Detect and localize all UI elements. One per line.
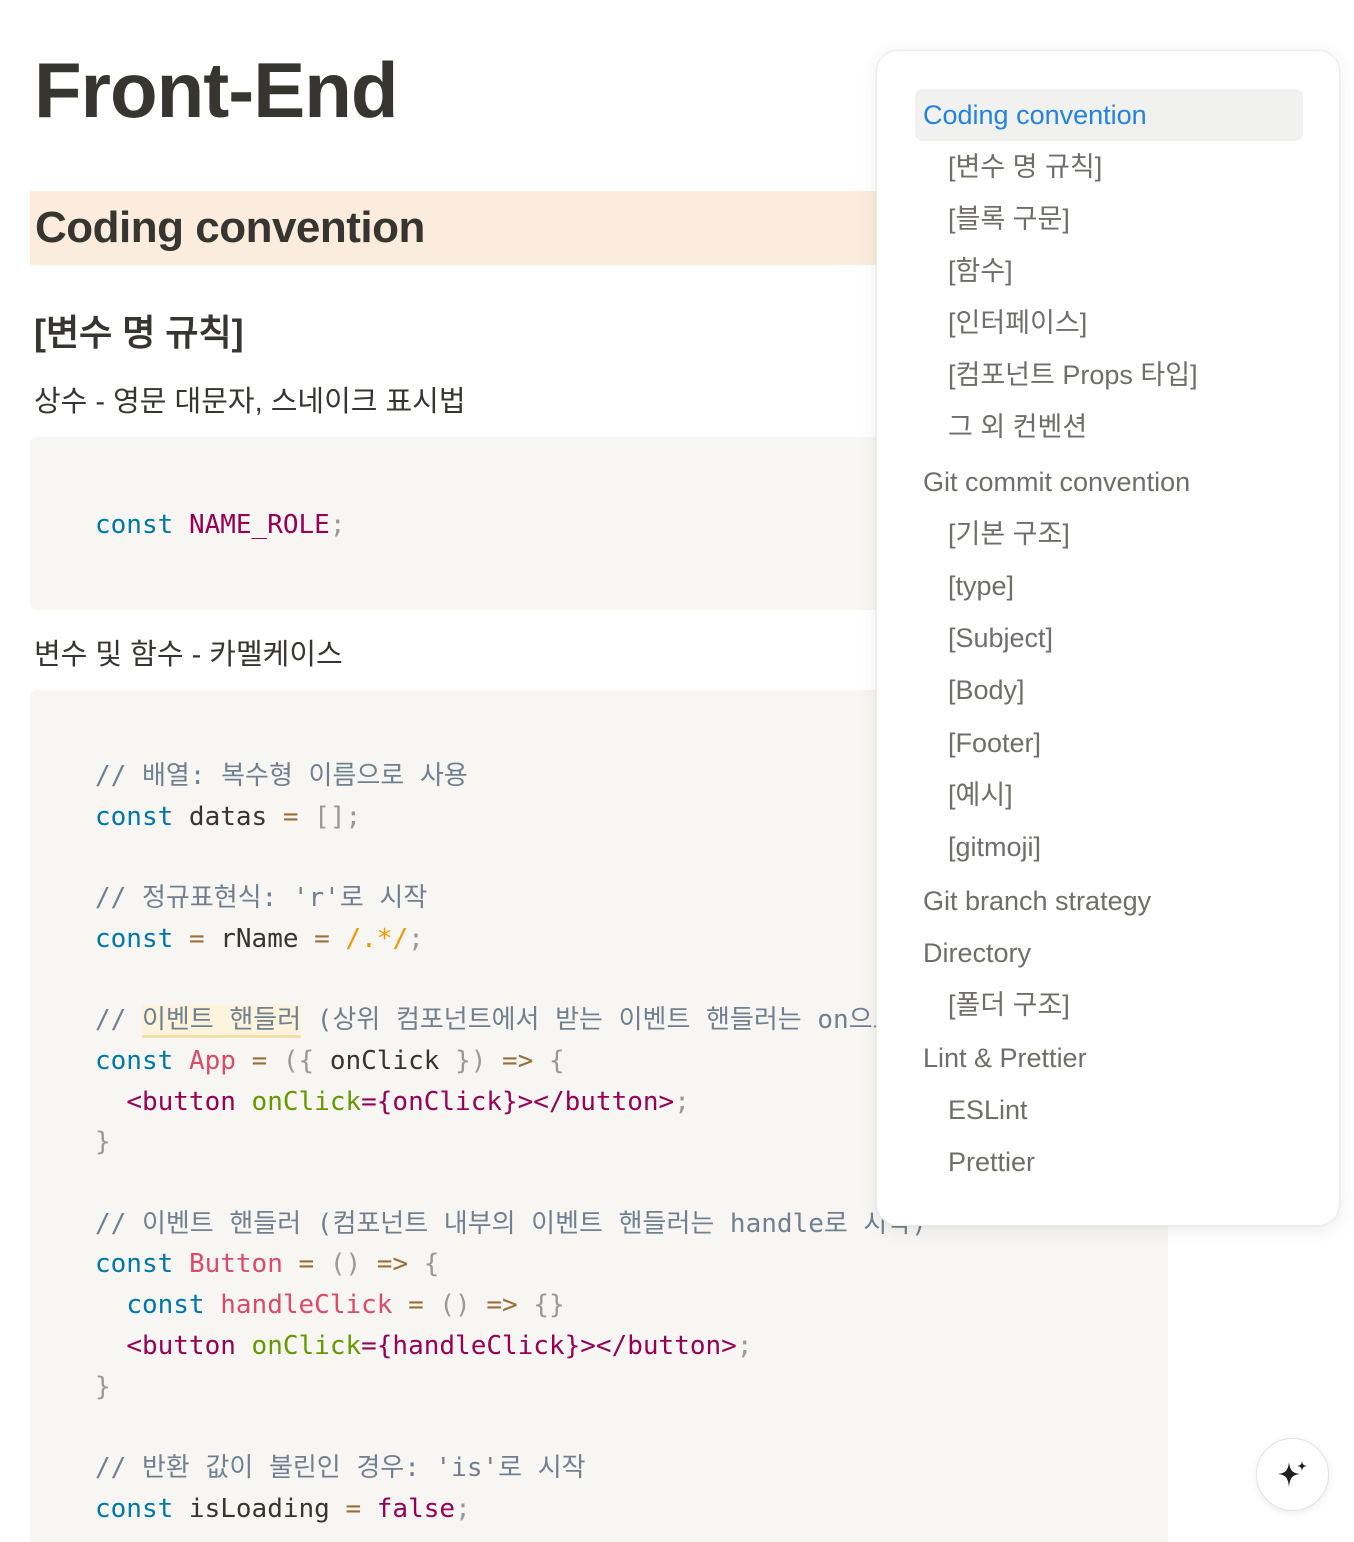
toc-item-component-props[interactable]: [컴포넌트 Props 타입] [915, 349, 1303, 401]
toc-item-git-branch-strategy[interactable]: Git branch strategy [915, 875, 1303, 927]
sparkle-icon [1277, 1460, 1307, 1487]
toc-item-example[interactable]: [예시] [915, 769, 1303, 821]
ai-assistant-button[interactable] [1256, 1438, 1329, 1511]
toc-item-gitmoji[interactable]: [gitmoji] [915, 821, 1303, 873]
subsection-heading: [변수 명 규칙] [34, 312, 244, 353]
toc-item-other-conventions[interactable]: 그 외 컨벤션 [915, 401, 1303, 453]
toc-item-directory[interactable]: Directory [915, 927, 1303, 979]
toc-item-prettier[interactable]: Prettier [915, 1136, 1303, 1188]
section-heading: Coding convention [35, 203, 425, 252]
toc-item-footer[interactable]: [Footer] [915, 717, 1303, 769]
table-of-contents: Coding convention [변수 명 규칙] [블록 구문] [함수]… [876, 50, 1340, 1226]
toc-item-subject[interactable]: [Subject] [915, 612, 1303, 664]
code-identifier: NAME_ROLE [188, 510, 330, 540]
toc-item-lint-prettier[interactable]: Lint & Prettier [915, 1032, 1303, 1084]
code-content: // 배열: 복수형 이름으로 사용 const datas = []; // … [95, 761, 976, 1524]
code-comment: // 이벤트 핸들러 (상위 컴포넌트에서 받는 이벤트 핸들러는 on으로 시… [95, 1005, 976, 1039]
toc-item-block-syntax[interactable]: [블록 구문] [915, 193, 1303, 245]
code-punct: ; [329, 510, 346, 540]
code-comment: // 정규표현식: 'r'로 시작 [95, 883, 428, 914]
toc-item-body[interactable]: [Body] [915, 664, 1303, 716]
toc-item-functions[interactable]: [함수] [915, 245, 1303, 297]
toc-item-git-commit-convention[interactable]: Git commit convention [915, 456, 1303, 508]
toc-item-variable-naming[interactable]: [변수 명 규칙] [915, 141, 1303, 193]
page-title: Front-End [34, 46, 399, 134]
constants-paragraph: 상수 - 영문 대문자, 스네이크 표시법 [34, 386, 466, 418]
toc-item-coding-convention[interactable]: Coding convention [915, 89, 1303, 141]
highlighted-text: 이벤트 핸들러 [141, 1005, 302, 1039]
code-comment: // 반환 값이 불린인 경우: 'is'로 시작 [95, 1452, 586, 1483]
toc-item-type[interactable]: [type] [915, 560, 1303, 612]
code-keyword: const [95, 510, 174, 540]
toc-item-basic-structure[interactable]: [기본 구조] [915, 508, 1303, 560]
code-comment: // 배열: 복수형 이름으로 사용 [95, 761, 468, 791]
toc-item-folder-structure[interactable]: [폴더 구조] [915, 979, 1303, 1031]
code-line: const NAME_ROLE; [95, 505, 345, 546]
code-comment: // 이벤트 핸들러 (컴포넌트 내부의 이벤트 핸들러는 handle로 시작… [95, 1208, 927, 1239]
toc-item-interface[interactable]: [인터페이스] [915, 297, 1303, 349]
toc-item-eslint[interactable]: ESLint [915, 1084, 1303, 1136]
variables-paragraph: 변수 및 함수 - 카멜케이스 [34, 639, 343, 671]
